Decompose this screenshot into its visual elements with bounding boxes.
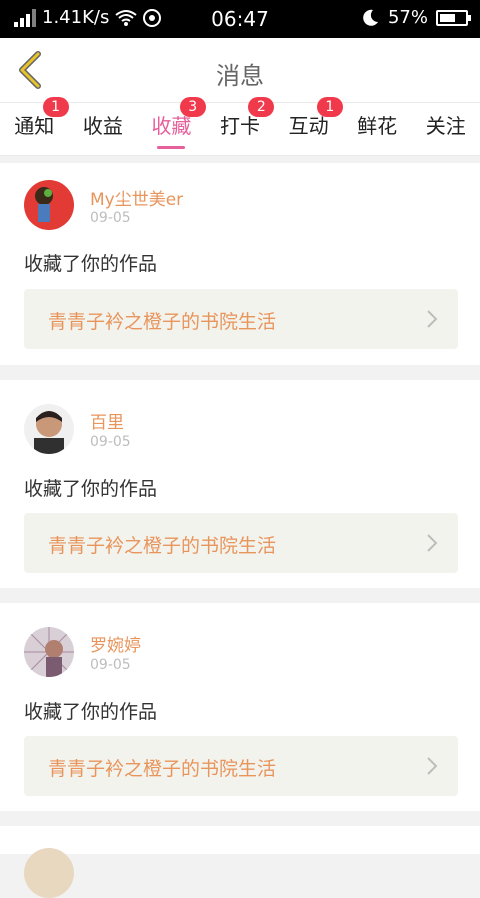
battery-percent: 57% bbox=[387, 7, 428, 28]
avatar[interactable] bbox=[24, 848, 74, 898]
tab-label: 关注 bbox=[425, 114, 466, 138]
work-link[interactable]: 青青子衿之橙子的书院生活 bbox=[24, 736, 458, 796]
chevron-right-icon bbox=[427, 310, 438, 328]
message-text: 收藏了你的作品 bbox=[24, 478, 158, 500]
tab-label: 鲜花 bbox=[357, 114, 398, 138]
message-date: 09-05 bbox=[90, 434, 131, 450]
notice-badge: 1 bbox=[42, 97, 69, 117]
tab-label: 互动 bbox=[288, 114, 329, 138]
tab-interaction[interactable]: 互动 1 bbox=[274, 97, 343, 155]
active-tab-indicator bbox=[157, 146, 186, 149]
tab-checkin[interactable]: 打卡 2 bbox=[206, 97, 275, 155]
user-name[interactable]: 百里 bbox=[90, 408, 124, 433]
message-date: 09-05 bbox=[90, 210, 131, 226]
work-title: 青青子衿之橙子的书院生活 bbox=[48, 311, 277, 333]
user-name[interactable]: 罗婉婷 bbox=[90, 631, 141, 656]
work-title: 青青子衿之橙子的书院生活 bbox=[48, 535, 277, 557]
tab-label: 收益 bbox=[82, 114, 123, 138]
status-bar: 1.41K/s 06:47 57% bbox=[0, 0, 480, 38]
avatar[interactable] bbox=[24, 404, 74, 454]
checkin-badge: 2 bbox=[248, 97, 275, 117]
header: 消息 bbox=[0, 38, 480, 102]
message-text: 收藏了你的作品 bbox=[24, 253, 158, 275]
tab-follow[interactable]: 关注 bbox=[411, 103, 480, 155]
tab-bar: 通知 1 收益 收藏 3 打卡 2 互动 1 鲜花 关注 bbox=[0, 97, 480, 156]
work-title: 青青子衿之橙子的书院生活 bbox=[48, 758, 277, 780]
battery-icon bbox=[436, 9, 471, 26]
message-card: 百里 09-05 收藏了你的作品 青青子衿之橙子的书院生活 bbox=[0, 380, 480, 588]
moon-icon bbox=[363, 9, 378, 26]
tab-label: 通知 bbox=[14, 114, 55, 138]
tab-label: 收藏 bbox=[151, 114, 192, 138]
tab-earnings[interactable]: 收益 bbox=[69, 103, 138, 155]
chevron-right-icon bbox=[427, 534, 438, 552]
message-card: 罗婉婷 09-05 收藏了你的作品 青青子衿之橙子的书院生活 bbox=[0, 603, 480, 811]
tab-notice[interactable]: 通知 1 bbox=[0, 97, 69, 155]
interaction-badge: 1 bbox=[316, 97, 343, 117]
avatar[interactable] bbox=[24, 627, 74, 677]
avatar[interactable] bbox=[24, 180, 74, 230]
tab-flowers[interactable]: 鲜花 bbox=[343, 103, 412, 155]
message-text: 收藏了你的作品 bbox=[24, 701, 158, 723]
page-title: 消息 bbox=[216, 62, 264, 90]
message-card: My尘世美er 09-05 收藏了你的作品 青青子衿之橙子的书院生活 bbox=[0, 163, 480, 365]
work-link[interactable]: 青青子衿之橙子的书院生活 bbox=[24, 289, 458, 349]
tab-favorites[interactable]: 收藏 3 bbox=[137, 97, 206, 155]
work-link[interactable]: 青青子衿之橙子的书院生活 bbox=[24, 513, 458, 573]
tab-label: 打卡 bbox=[220, 114, 261, 138]
message-card bbox=[0, 826, 480, 898]
favorites-badge: 3 bbox=[179, 97, 206, 117]
message-date: 09-05 bbox=[90, 657, 131, 673]
chevron-right-icon bbox=[427, 757, 438, 775]
user-name[interactable]: My尘世美er bbox=[90, 185, 183, 210]
